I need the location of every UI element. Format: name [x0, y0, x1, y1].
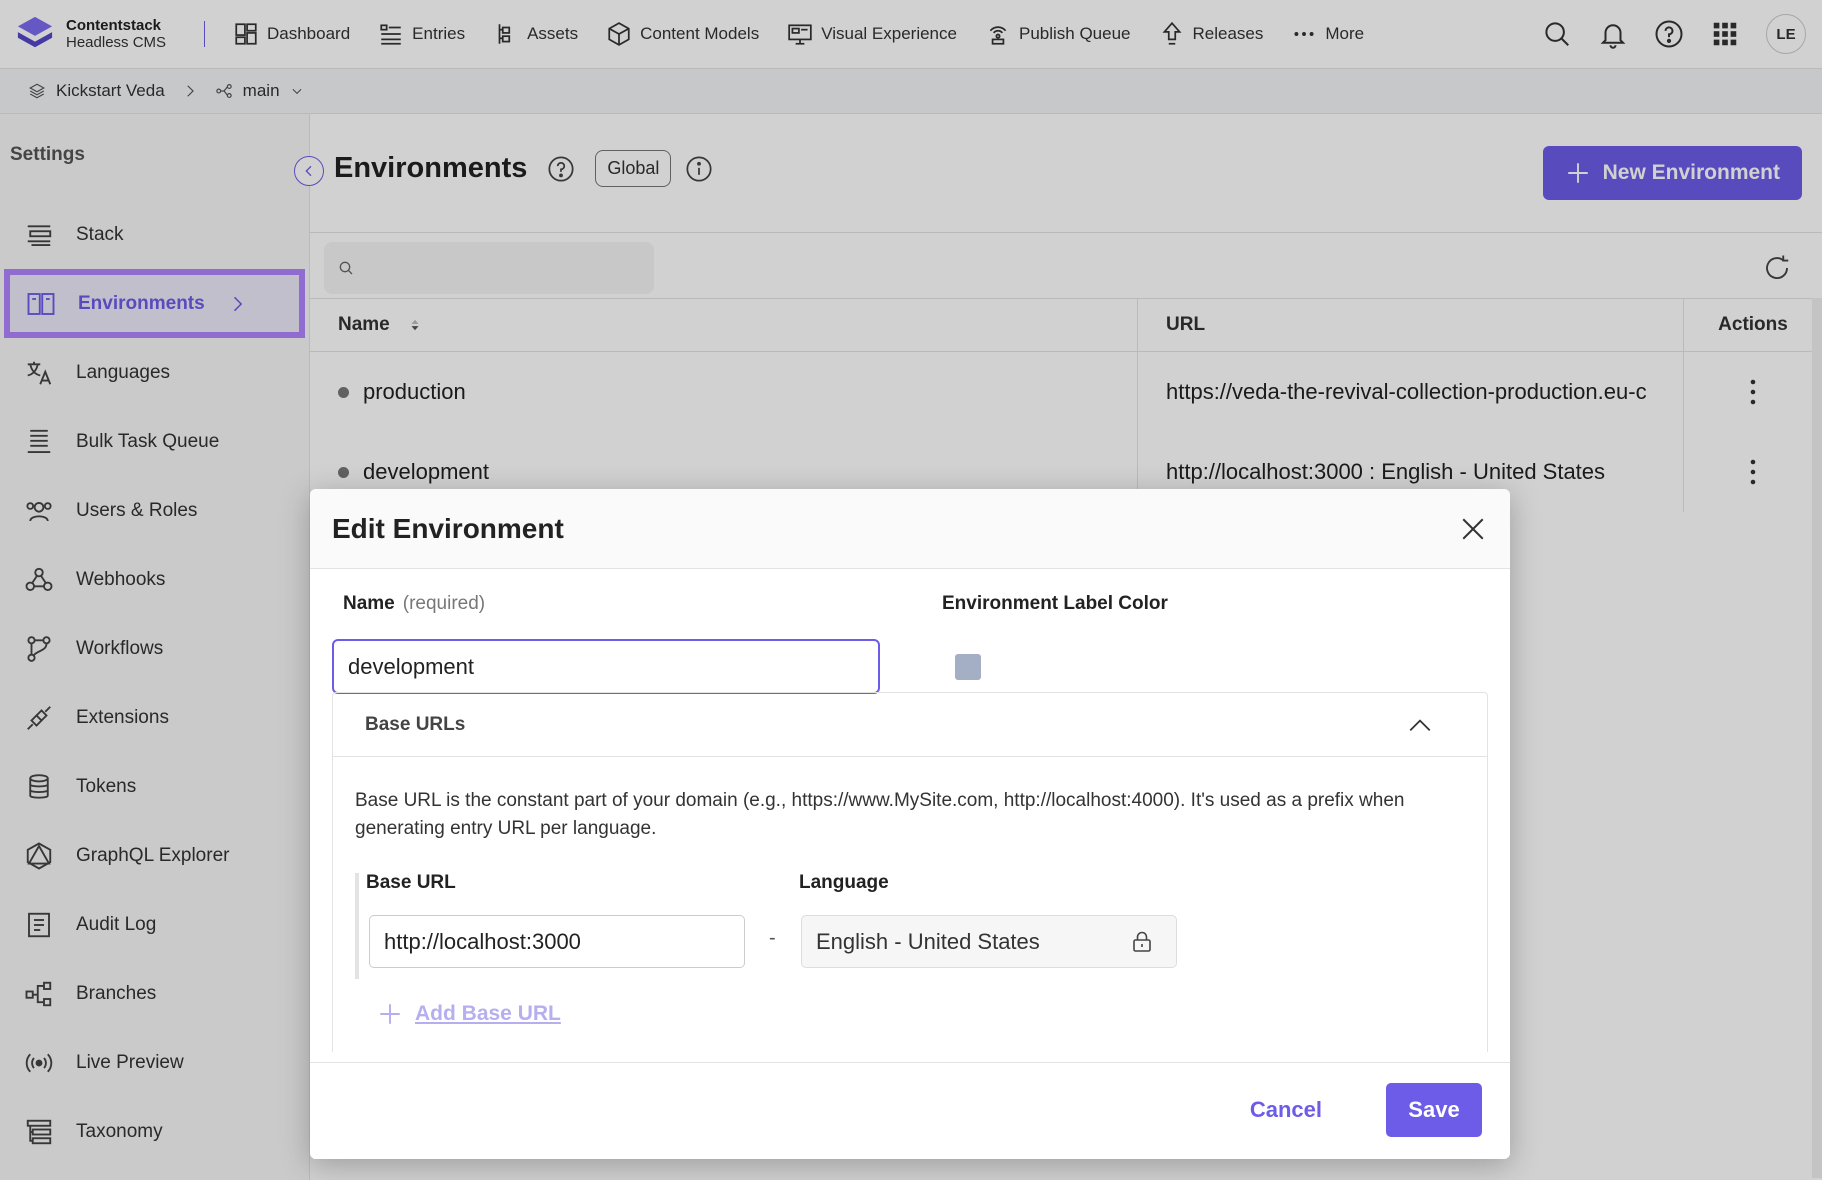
name-field-label: Name (required) — [343, 593, 485, 615]
base-urls-header[interactable]: Base URLs — [333, 693, 1487, 757]
modal-header: Edit Environment — [310, 489, 1510, 569]
environment-name-input[interactable] — [332, 639, 880, 694]
plus-icon — [380, 1004, 400, 1024]
modal-footer: Cancel Save — [310, 1062, 1510, 1159]
base-urls-section: Base URLs Base URL is the constant part … — [332, 692, 1488, 1052]
language-field: English - United States — [801, 915, 1177, 968]
base-url-label: Base URL — [366, 872, 456, 893]
base-urls-description: Base URL is the constant part of your do… — [355, 790, 1405, 839]
name-label: Name — [343, 593, 395, 614]
label-color-swatch[interactable] — [955, 654, 981, 680]
base-urls-title: Base URLs — [365, 713, 466, 735]
language-value: English - United States — [816, 928, 1040, 954]
url-language-separator: - — [769, 927, 776, 949]
cancel-button[interactable]: Cancel — [1250, 1097, 1322, 1123]
url-row-indicator — [355, 873, 359, 979]
add-base-url-button[interactable]: Add Base URL — [377, 1001, 561, 1027]
language-label: Language — [799, 872, 889, 893]
base-url-input[interactable] — [369, 915, 745, 968]
chevron-up-icon[interactable] — [1407, 713, 1433, 739]
lock-icon — [1133, 931, 1151, 952]
modal-title: Edit Environment — [332, 512, 564, 544]
close-icon[interactable] — [1460, 516, 1486, 542]
edit-environment-modal: Edit Environment Name (required) Environm… — [310, 489, 1510, 1159]
add-base-url-label: Add Base URL — [415, 1002, 561, 1025]
required-hint: (required) — [402, 593, 486, 614]
save-button[interactable]: Save — [1386, 1083, 1482, 1137]
modal-body: Name (required) Environment Label Color B… — [310, 569, 1510, 1052]
color-label: Environment Label Color — [942, 593, 1168, 614]
